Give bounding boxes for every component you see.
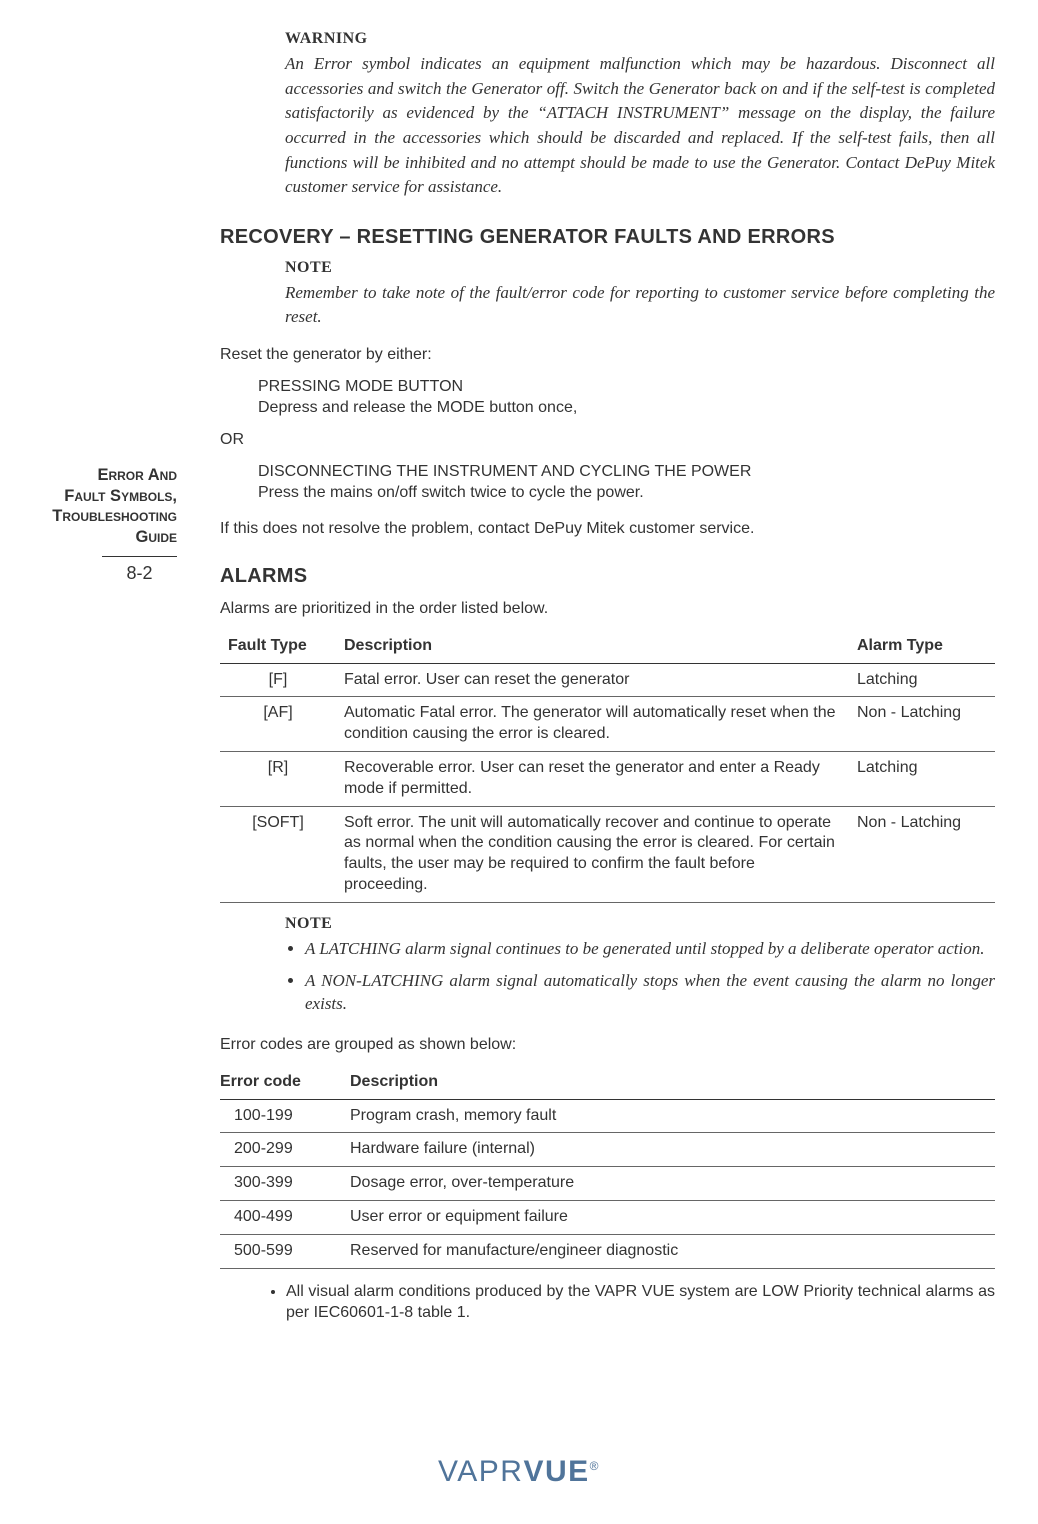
warning-body: An Error symbol indicates an equipment m… xyxy=(285,52,995,200)
table-row: 100-199Program crash, memory fault xyxy=(220,1099,995,1133)
col-alarm-type: Alarm Type xyxy=(849,630,995,663)
col-description: Description xyxy=(336,630,849,663)
page-number: 8-2 xyxy=(102,563,177,584)
table-row: 500-599Reserved for manufacture/engineer… xyxy=(220,1234,995,1268)
main-content: WARNING An Error symbol indicates an equ… xyxy=(220,30,995,1324)
col-fault-type: Fault Type xyxy=(220,630,336,663)
note2-heading: NOTE xyxy=(285,915,995,933)
codes-intro: Error codes are grouped as shown below: xyxy=(220,1034,995,1056)
margin-sidebar: Error And Fault Symbols, Troubleshooting… xyxy=(0,465,195,584)
table-row: 200-299Hardware failure (internal) xyxy=(220,1133,995,1167)
brand-logo: VAPRVUE® xyxy=(0,1455,1038,1489)
table-row: [R] Recoverable error. User can reset th… xyxy=(220,752,995,807)
section-title: Error And Fault Symbols, Troubleshooting… xyxy=(0,465,177,548)
warning-heading: WARNING xyxy=(285,30,995,48)
recovery-after: If this does not resolve the problem, co… xyxy=(220,518,995,540)
table-row: 300-399Dosage error, over-temperature xyxy=(220,1167,995,1201)
table-row: 400-499User error or equipment failure xyxy=(220,1201,995,1235)
note-heading: NOTE xyxy=(285,259,995,277)
col-error-code: Error code xyxy=(220,1066,342,1099)
alarms-heading: ALARMS xyxy=(220,565,995,588)
table-row: [SOFT] Soft error. The unit will automat… xyxy=(220,806,995,902)
col-description: Description xyxy=(342,1066,995,1099)
option2-title: DISCONNECTING THE INSTRUMENT AND CYCLING… xyxy=(258,461,995,483)
note2-list: A LATCHING alarm signal continues to be … xyxy=(285,937,995,1016)
or-text: OR xyxy=(220,429,995,451)
alarms-intro: Alarms are prioritized in the order list… xyxy=(220,598,995,620)
priority-note-list: All visual alarm conditions produced by … xyxy=(256,1281,995,1324)
option1-body: Depress and release the MODE button once… xyxy=(258,397,995,419)
fault-type-table: Fault Type Description Alarm Type [F] Fa… xyxy=(220,630,995,903)
option1-title: PRESSING MODE BUTTON xyxy=(258,376,995,398)
note-body: Remember to take note of the fault/error… xyxy=(285,281,995,330)
option2-body: Press the mains on/off switch twice to c… xyxy=(258,482,995,504)
recovery-heading: RECOVERY – RESETTING GENERATOR FAULTS AN… xyxy=(220,226,995,249)
list-item: All visual alarm conditions produced by … xyxy=(286,1281,995,1324)
error-code-table: Error code Description 100-199Program cr… xyxy=(220,1066,995,1269)
list-item: A LATCHING alarm signal continues to be … xyxy=(305,937,995,961)
table-row: [F] Fatal error. User can reset the gene… xyxy=(220,663,995,697)
table-row: [AF] Automatic Fatal error. The generato… xyxy=(220,697,995,752)
divider xyxy=(102,556,177,557)
reset-intro: Reset the generator by either: xyxy=(220,344,995,366)
list-item: A NON-LATCHING alarm signal automaticall… xyxy=(305,969,995,1017)
